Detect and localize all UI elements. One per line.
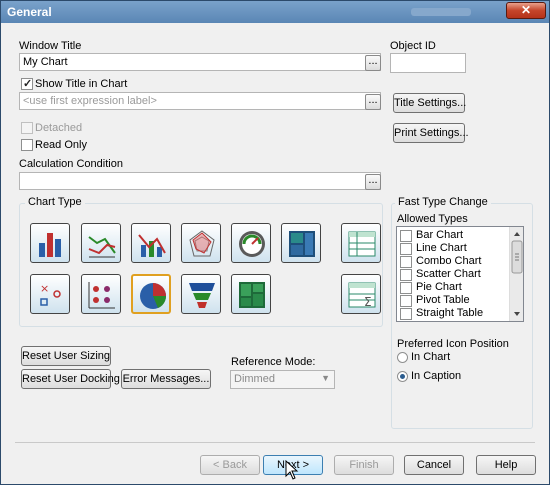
read-only-checkbox[interactable] [21,139,33,151]
reference-mode-value: Dimmed [234,373,275,385]
window-title: General [7,5,52,19]
reference-mode-label: Reference Mode: [231,356,316,368]
bar-chart-icon[interactable] [30,223,70,263]
in-caption-label: In Caption [411,370,462,382]
show-title-label: Show Title in Chart [35,78,128,90]
divider [15,442,535,443]
list-item-checkbox[interactable] [400,243,412,255]
list-item-label: Straight Table [416,307,484,319]
title-bar: General ✕ [1,1,549,23]
list-item-checkbox[interactable] [400,269,412,281]
list-item-label: Pie Chart [416,281,462,293]
title-expression-input[interactable]: <use first expression label> [19,92,381,110]
combo-chart-icon[interactable] [131,223,171,263]
title-expression-placeholder: <use first expression label> [23,95,157,107]
list-item-label: Scatter Chart [416,268,481,280]
funnel-chart-icon[interactable] [181,274,221,314]
in-chart-radio[interactable] [397,352,408,363]
scrollbar-arrows-icon [511,232,523,316]
list-item-checkbox[interactable] [400,256,412,268]
calc-condition-label: Calculation Condition [19,158,123,170]
list-item-label: Combo Chart [416,255,482,267]
allowed-types-label: Allowed Types [397,213,468,225]
window-title-input[interactable]: My Chart [19,53,381,71]
pie-chart-icon[interactable] [131,274,171,314]
object-id-input[interactable] [390,53,466,73]
detached-label: Detached [35,122,83,134]
gauge-chart-icon[interactable] [231,223,271,263]
fast-type-change-label: Fast Type Change [395,196,491,208]
detached-checkbox[interactable] [21,122,33,134]
back-button[interactable]: < Back [200,455,260,475]
window-title-label: Window Title [19,40,82,52]
read-only-label: Read Only [35,139,87,151]
list-item-label: Pivot Table [416,294,470,306]
straight-table-icon[interactable]: Σ [341,274,381,314]
list-scrollbar[interactable] [509,227,523,321]
reset-user-docking-button[interactable]: Reset User Docking [21,369,120,389]
title-expression-browse-button[interactable]: ... [365,94,381,110]
mouse-cursor-icon [285,460,299,480]
chart-type-label: Chart Type [25,196,85,208]
mekko-chart-icon[interactable] [231,274,271,314]
in-chart-label: In Chart [411,351,451,363]
in-caption-radio[interactable] [397,371,408,382]
list-item-checkbox[interactable] [400,230,412,242]
grid-chart-icon[interactable] [81,274,121,314]
icon-position-label: Preferred Icon Position [397,338,509,350]
title-bar-blur [411,8,471,16]
calc-condition-input[interactable] [19,172,381,190]
close-button[interactable]: ✕ [506,2,546,19]
line-chart-icon[interactable] [81,223,121,263]
chevron-down-icon: ▼ [321,373,330,383]
radar-chart-icon[interactable] [181,223,221,263]
window-title-browse-button[interactable]: ... [365,55,381,71]
allowed-types-list[interactable]: Bar Chart Line Chart Combo Chart Scatter… [396,226,524,322]
pivot-table-icon[interactable] [341,223,381,263]
cancel-button[interactable]: Cancel [404,455,464,475]
calc-condition-browse-button[interactable]: ... [365,174,381,190]
reference-mode-select[interactable]: Dimmed ▼ [230,370,335,389]
scatter-chart-icon[interactable]: × [30,274,70,314]
list-item-checkbox[interactable] [400,295,412,307]
block-chart-icon[interactable] [281,223,321,263]
list-item-label: Bar Chart [416,229,464,241]
reset-user-sizing-button[interactable]: Reset User Sizing [21,346,111,366]
svg-text:Σ: Σ [364,295,372,309]
general-dialog: General ✕ Window Title My Chart ... Obje… [0,0,550,485]
show-title-checkbox[interactable] [21,77,33,90]
finish-button[interactable]: Finish [334,455,394,475]
title-settings-button[interactable]: Title Settings... [393,93,466,113]
list-item-label: Line Chart [416,242,467,254]
print-settings-button[interactable]: Print Settings... [393,123,469,143]
help-button[interactable]: Help [476,455,536,475]
list-item-checkbox[interactable] [400,308,412,320]
list-item-checkbox[interactable] [400,282,412,294]
svg-text:×: × [40,282,49,295]
error-messages-button[interactable]: Error Messages... [121,369,211,389]
object-id-label: Object ID [390,40,436,52]
